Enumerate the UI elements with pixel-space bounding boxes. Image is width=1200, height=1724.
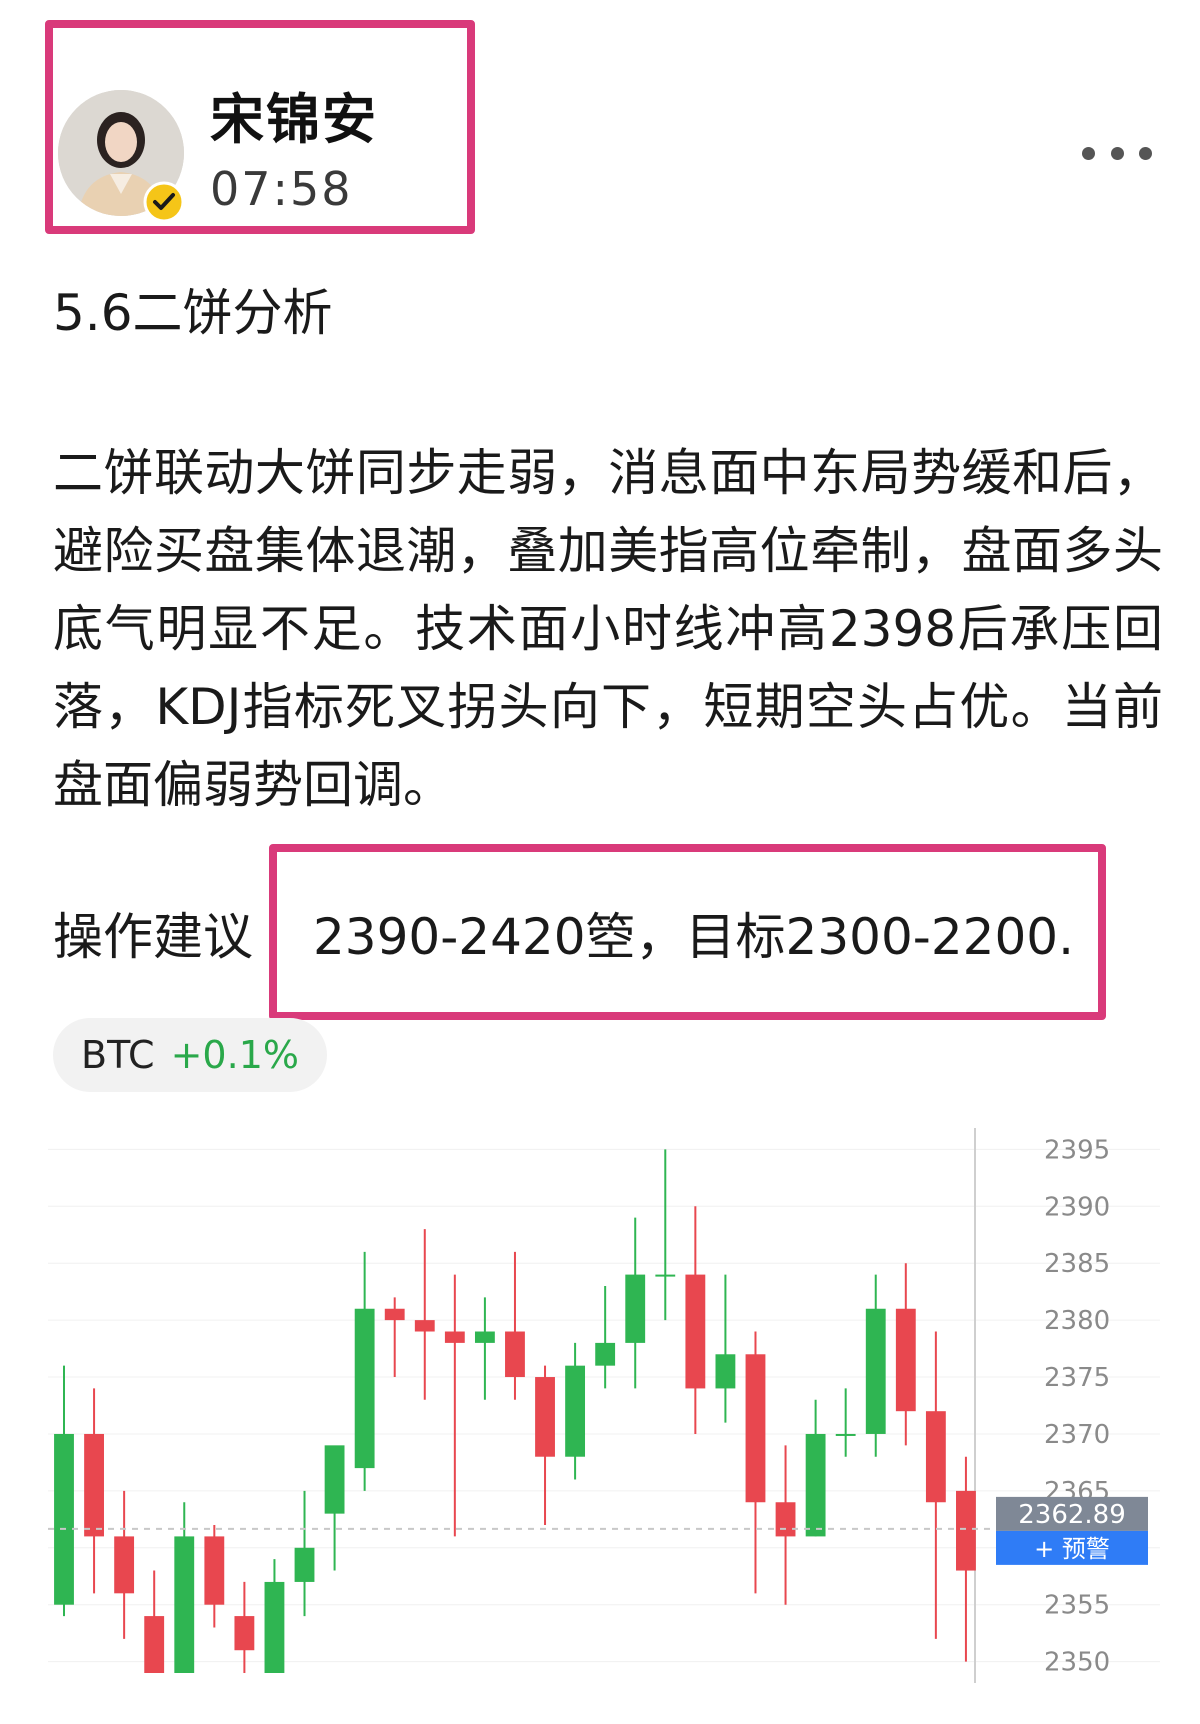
- candle-body: [805, 1433, 826, 1537]
- more-options-button[interactable]: [1082, 138, 1152, 168]
- candle-body: [384, 1308, 405, 1321]
- y-tick-label: 2375: [1044, 1363, 1110, 1393]
- candle-body: [324, 1445, 345, 1514]
- candle-body: [865, 1308, 886, 1434]
- post-body: 二饼联动大饼同步走弱，消息面中东局势缓和后，避险买盘集体退潮，叠加美指高位牵制，…: [53, 444, 1163, 814]
- price-chart[interactable]: 2395239023852380237523702365236023552350…: [48, 1118, 1160, 1683]
- candle-body: [565, 1365, 586, 1457]
- verified-badge-icon: [143, 181, 185, 223]
- y-tick-label: 2385: [1044, 1249, 1110, 1279]
- more-dot-icon: [1139, 146, 1152, 160]
- candle-body: [535, 1377, 555, 1457]
- candle-body: [54, 1433, 74, 1605]
- candle-body: [505, 1331, 525, 1378]
- candle-body: [354, 1308, 375, 1469]
- candle-body: [925, 1411, 946, 1503]
- author-name[interactable]: 宋锦安: [210, 88, 378, 152]
- candle-body: [956, 1490, 976, 1571]
- ticker-change: +0.1%: [170, 1033, 299, 1077]
- more-dot-icon: [1110, 146, 1124, 160]
- candle-body: [234, 1616, 255, 1651]
- post-title: 5.6二饼分析: [53, 284, 333, 342]
- candle-body: [745, 1354, 766, 1503]
- more-dot-icon: [1082, 146, 1095, 160]
- y-tick-label: 2370: [1044, 1420, 1110, 1450]
- candle-body: [715, 1354, 736, 1389]
- candle-body: [444, 1331, 465, 1343]
- y-tick-label: 2355: [1044, 1591, 1110, 1621]
- candle-body: [474, 1331, 495, 1343]
- candle-body: [595, 1342, 616, 1366]
- candle-body: [144, 1616, 165, 1673]
- ticker-pill[interactable]: BTC +0.1%: [53, 1018, 327, 1092]
- candle-body: [685, 1274, 706, 1389]
- y-tick-label: 2350: [1044, 1648, 1110, 1678]
- last-price-label: 2362.89: [1018, 1500, 1126, 1530]
- candle-body: [895, 1308, 916, 1412]
- candle-body: [114, 1536, 135, 1594]
- candle-body: [835, 1433, 856, 1436]
- candlestick-chart: 2395239023852380237523702365236023552350…: [48, 1128, 1160, 1683]
- candle-body: [174, 1536, 195, 1673]
- candle-body: [655, 1274, 676, 1277]
- candle-body: [775, 1502, 796, 1537]
- post-time: 07:58: [210, 162, 353, 216]
- alert-button-label[interactable]: + 预警: [1034, 1535, 1110, 1563]
- candle-body: [84, 1433, 104, 1537]
- advice-label: 操作建议: [53, 908, 253, 966]
- ticker-symbol: BTC: [81, 1033, 155, 1077]
- candle-body: [294, 1547, 315, 1582]
- candle-body: [204, 1536, 225, 1605]
- advice-text: 2390-2420箜，目标2300-2200.: [313, 908, 1074, 966]
- candle-body: [414, 1320, 435, 1332]
- candle-body: [264, 1581, 285, 1673]
- y-tick-label: 2380: [1044, 1306, 1110, 1336]
- candle-body: [625, 1274, 646, 1343]
- y-tick-label: 2395: [1044, 1135, 1110, 1165]
- y-tick-label: 2390: [1044, 1192, 1110, 1222]
